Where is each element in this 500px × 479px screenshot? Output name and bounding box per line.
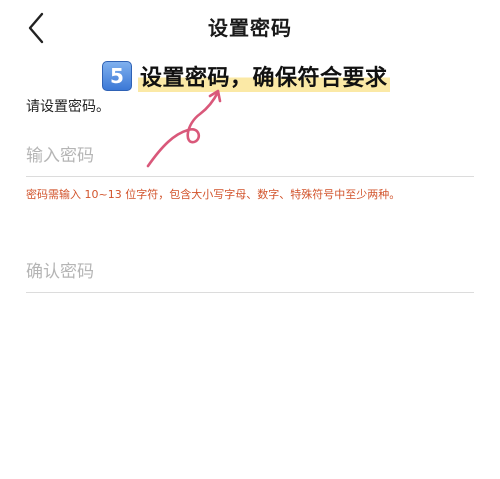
password-input[interactable] <box>26 136 474 176</box>
password-field <box>26 136 474 177</box>
page-title: 设置密码 <box>208 16 292 40</box>
set-password-screen: 设置密码 5 设置密码，确保符合要求 请设置密码。 密码需输入 10~13 位字… <box>0 0 500 479</box>
form-prompt: 请设置密码。 <box>26 99 110 115</box>
password-rule-hint: 密码需输入 10~13 位字符，包含大小写字母、数字、特殊符号中至少两种。 <box>26 188 401 201</box>
step-number-badge: 5 <box>102 61 132 91</box>
confirm-password-input[interactable] <box>26 252 474 292</box>
confirm-password-field <box>26 252 474 293</box>
